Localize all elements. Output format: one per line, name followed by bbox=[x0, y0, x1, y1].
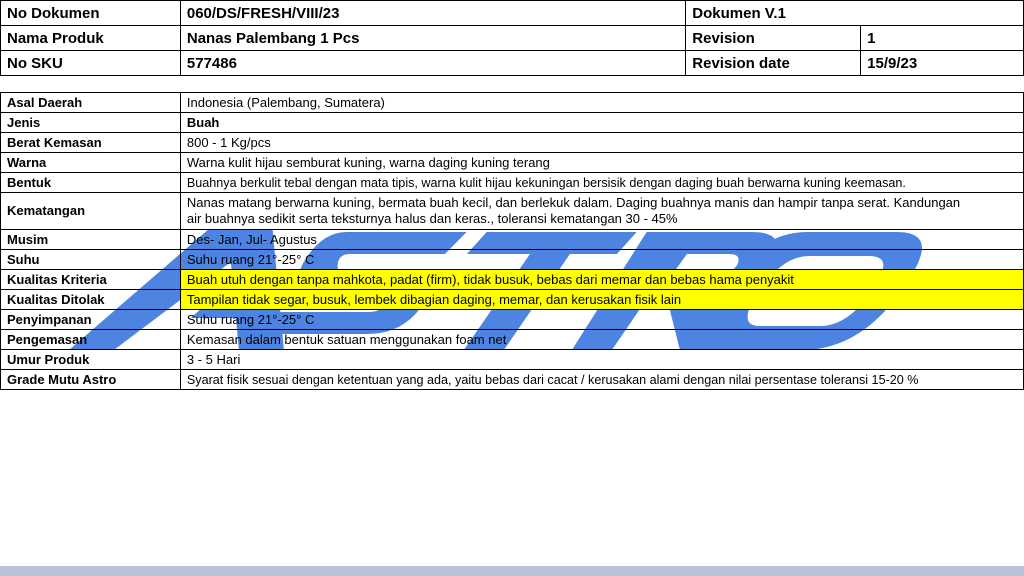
spec-row: Pengemasan Kemasan dalam bentuk satuan m… bbox=[0, 329, 1024, 350]
spec-value: 800 - 1 Kg/pcs bbox=[179, 132, 1024, 153]
sku-label: No SKU bbox=[0, 50, 181, 76]
spec-row: Kualitas Kriteria Buah utuh dengan tanpa… bbox=[0, 269, 1024, 290]
revision-label: Revision bbox=[685, 25, 862, 51]
spec-value: Des- Jan, Jul- Agustus bbox=[179, 229, 1024, 250]
spec-row: Bentuk Buahnya berkulit tebal dengan mat… bbox=[0, 172, 1024, 193]
spec-label: Penyimpanan bbox=[0, 309, 181, 330]
spec-row: Kematangan Nanas matang berwarna kuning,… bbox=[0, 192, 1024, 230]
spec-label: Kualitas Kriteria bbox=[0, 269, 181, 290]
footer-bar bbox=[0, 566, 1024, 576]
doc-version: Dokumen V.1 bbox=[685, 0, 1024, 26]
spec-value: Buah bbox=[179, 112, 1024, 133]
spec-label: Kematangan bbox=[0, 192, 181, 230]
doc-no-label: No Dokumen bbox=[0, 0, 181, 26]
spec-label: Grade Mutu Astro bbox=[0, 369, 181, 390]
spec-value-highlighted: Buah utuh dengan tanpa mahkota, padat (f… bbox=[179, 269, 1024, 290]
spec-row: Penyimpanan Suhu ruang 21°-25° C bbox=[0, 309, 1024, 330]
spec-row: Berat Kemasan 800 - 1 Kg/pcs bbox=[0, 132, 1024, 153]
revision-date-label: Revision date bbox=[685, 50, 862, 76]
spec-row: Suhu Suhu ruang 21°-25° C bbox=[0, 249, 1024, 270]
product-name-label: Nama Produk bbox=[0, 25, 181, 51]
spec-row: Umur Produk 3 - 5 Hari bbox=[0, 349, 1024, 370]
spec-value: Nanas matang berwarna kuning, bermata bu… bbox=[179, 192, 1024, 230]
header-row-doc-no: No Dokumen 060/DS/FRESH/VIII/23 Dokumen … bbox=[0, 0, 1024, 26]
spec-value: Indonesia (Palembang, Sumatera) bbox=[179, 92, 1024, 113]
spec-label: Suhu bbox=[0, 249, 181, 270]
spec-label: Berat Kemasan bbox=[0, 132, 181, 153]
header-row-sku: No SKU 577486 Revision date 15/9/23 bbox=[0, 50, 1024, 76]
spec-row: Musim Des- Jan, Jul- Agustus bbox=[0, 229, 1024, 250]
spec-row: Asal Daerah Indonesia (Palembang, Sumate… bbox=[0, 92, 1024, 113]
spec-value: Buahnya berkulit tebal dengan mata tipis… bbox=[179, 172, 1024, 193]
spec-label: Jenis bbox=[0, 112, 181, 133]
spec-label: Warna bbox=[0, 152, 181, 173]
spec-label: Musim bbox=[0, 229, 181, 250]
spec-value: Suhu ruang 21°-25° C bbox=[179, 309, 1024, 330]
spec-label: Bentuk bbox=[0, 172, 181, 193]
spec-value-highlighted: Tampilan tidak segar, busuk, lembek diba… bbox=[179, 289, 1024, 310]
spec-value: Warna kulit hijau semburat kuning, warna… bbox=[179, 152, 1024, 173]
spec-row: Jenis Buah bbox=[0, 112, 1024, 133]
revision-value: 1 bbox=[860, 25, 1024, 51]
spec-label: Umur Produk bbox=[0, 349, 181, 370]
spec-label: Kualitas Ditolak bbox=[0, 289, 181, 310]
spec-value: Syarat fisik sesuai dengan ketentuan yan… bbox=[179, 369, 1024, 390]
document-header-table: No Dokumen 060/DS/FRESH/VIII/23 Dokumen … bbox=[0, 0, 1024, 76]
spec-label: Pengemasan bbox=[0, 329, 181, 350]
spec-value: Kemasan dalam bentuk satuan menggunakan … bbox=[179, 329, 1024, 350]
doc-no-value: 060/DS/FRESH/VIII/23 bbox=[179, 0, 687, 26]
spec-label: Asal Daerah bbox=[0, 92, 181, 113]
spec-value: 3 - 5 Hari bbox=[179, 349, 1024, 370]
product-spec-table: Asal Daerah Indonesia (Palembang, Sumate… bbox=[0, 92, 1024, 390]
revision-date-value: 15/9/23 bbox=[860, 50, 1024, 76]
header-row-product-name: Nama Produk Nanas Palembang 1 Pcs Revisi… bbox=[0, 25, 1024, 51]
spec-row: Kualitas Ditolak Tampilan tidak segar, b… bbox=[0, 289, 1024, 310]
sku-value: 577486 bbox=[179, 50, 687, 76]
spec-row: Warna Warna kulit hijau semburat kuning,… bbox=[0, 152, 1024, 173]
spec-value: Suhu ruang 21°-25° C bbox=[179, 249, 1024, 270]
spec-row: Grade Mutu Astro Syarat fisik sesuai den… bbox=[0, 369, 1024, 390]
product-name-value: Nanas Palembang 1 Pcs bbox=[179, 25, 687, 51]
